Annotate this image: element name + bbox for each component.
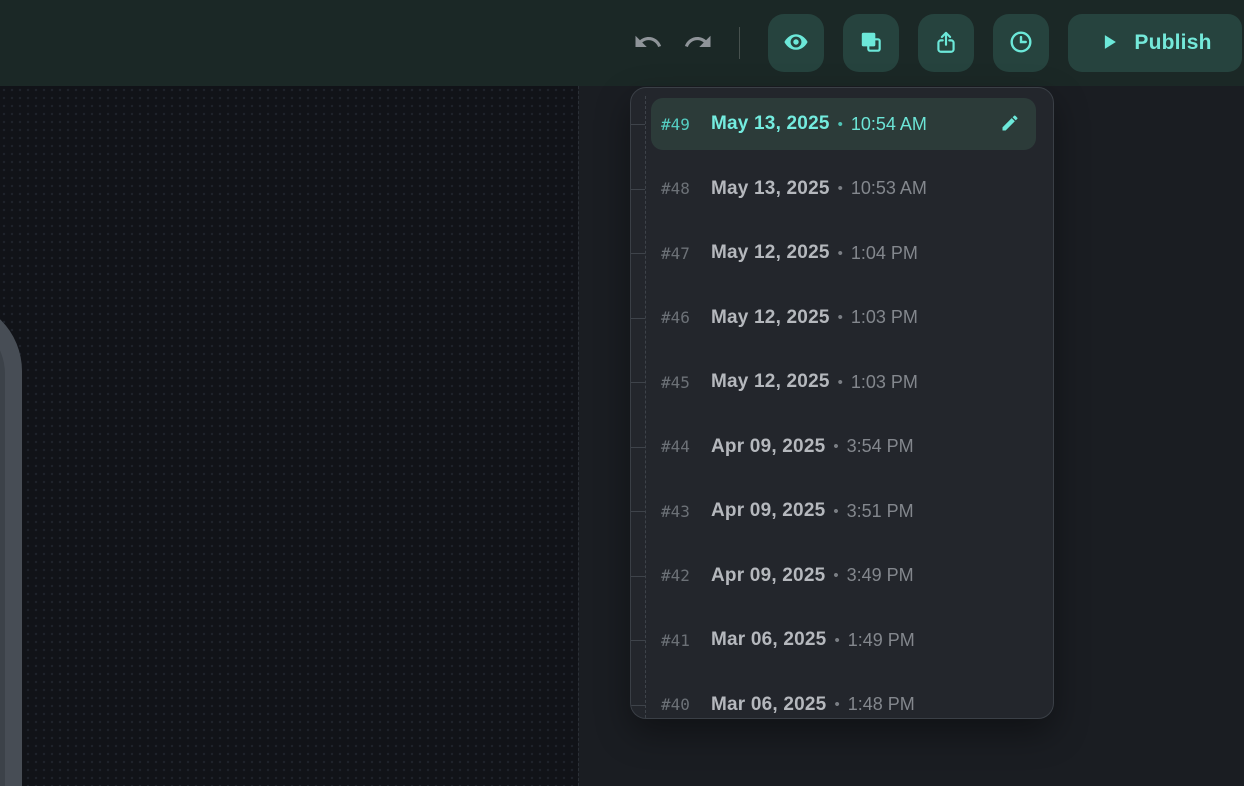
dot-separator: • [838,180,843,197]
eye-icon [783,29,809,58]
version-number: #45 [661,373,701,392]
version-row[interactable]: #47 May 12, 2025 • 1:04 PM [651,227,1036,279]
timeline-tick [631,576,645,577]
version-number: #43 [661,502,701,521]
version-time: 3:51 PM [847,501,914,522]
edit-version-button[interactable] [998,112,1022,136]
version-date: May 12, 2025 [711,307,830,329]
version-time: 1:49 PM [848,630,915,651]
dot-separator: • [838,116,843,133]
toolbar-divider [739,27,740,59]
version-number: #44 [661,437,701,456]
timeline-tick [631,318,645,319]
version-date: Apr 09, 2025 [711,436,825,458]
timeline-tick [631,124,645,125]
version-number: #49 [661,115,701,134]
version-number: #40 [661,695,701,714]
timeline-tick [631,253,645,254]
dot-separator: • [834,632,839,649]
clock-icon [1008,29,1034,58]
undo-button[interactable] [631,26,665,60]
dot-separator: • [833,503,838,520]
version-number: #42 [661,566,701,585]
version-number: #48 [661,179,701,198]
version-time: 1:48 PM [848,694,915,715]
history-button[interactable] [993,14,1049,72]
version-time: 1:03 PM [851,307,918,328]
canvas-frame-corner-inner [0,316,5,786]
version-date: Mar 06, 2025 [711,694,826,716]
dot-separator: • [833,567,838,584]
version-row[interactable]: #49 May 13, 2025 • 10:54 AM [651,98,1036,150]
undo-icon [633,27,663,60]
version-history-panel: #49 May 13, 2025 • 10:54 AM #48 May 13, … [630,87,1054,719]
version-time: 3:54 PM [847,436,914,457]
publish-button[interactable]: Publish [1068,14,1242,72]
publish-label: Publish [1134,31,1211,55]
timeline-tick [631,189,645,190]
dot-separator: • [838,245,843,262]
version-date: May 12, 2025 [711,371,830,393]
share-up-icon [933,29,959,58]
timeline-tick [631,640,645,641]
play-icon [1098,31,1120,56]
version-date: May 13, 2025 [711,113,830,135]
version-time: 10:53 AM [851,178,927,199]
share-button[interactable] [918,14,974,72]
version-time: 1:04 PM [851,243,918,264]
version-date: May 13, 2025 [711,178,830,200]
top-bar: Publish [0,0,1244,86]
version-number: #47 [661,244,701,263]
dot-separator: • [838,374,843,391]
version-row[interactable]: #43 Apr 09, 2025 • 3:51 PM [651,485,1036,537]
version-date: May 12, 2025 [711,242,830,264]
redo-icon [683,27,713,60]
version-row[interactable]: #44 Apr 09, 2025 • 3:54 PM [651,421,1036,473]
copy-icon [858,29,884,58]
timeline-tick [631,447,645,448]
editor-toolbar: Publish [631,0,1242,86]
preview-button[interactable] [768,14,824,72]
pencil-icon [1000,113,1020,136]
version-number: #46 [661,308,701,327]
version-row[interactable]: #46 May 12, 2025 • 1:03 PM [651,292,1036,344]
version-time: 3:49 PM [847,565,914,586]
version-row[interactable]: #41 Mar 06, 2025 • 1:49 PM [651,614,1036,666]
version-time: 1:03 PM [851,372,918,393]
version-date: Apr 09, 2025 [711,500,825,522]
version-date: Apr 09, 2025 [711,565,825,587]
duplicate-button[interactable] [843,14,899,72]
version-row[interactable]: #42 Apr 09, 2025 • 3:49 PM [651,550,1036,602]
timeline-tick [631,382,645,383]
timeline-tick [631,511,645,512]
redo-button[interactable] [681,26,715,60]
timeline-dashed-line [645,96,646,718]
version-row[interactable]: #40 Mar 06, 2025 • 1:48 PM [651,679,1036,720]
version-number: #41 [661,631,701,650]
version-list: #49 May 13, 2025 • 10:54 AM #48 May 13, … [651,98,1036,719]
dot-separator: • [838,309,843,326]
dot-separator: • [833,438,838,455]
timeline-tick [631,705,645,706]
version-row[interactable]: #48 May 13, 2025 • 10:53 AM [651,163,1036,215]
version-time: 10:54 AM [851,114,927,135]
version-row[interactable]: #45 May 12, 2025 • 1:03 PM [651,356,1036,408]
app-window: Publish #49 May 13, 2025 • 10:54 AM #48 … [0,0,1244,786]
version-date: Mar 06, 2025 [711,629,826,651]
dot-separator: • [834,696,839,713]
editor-canvas [0,86,578,786]
